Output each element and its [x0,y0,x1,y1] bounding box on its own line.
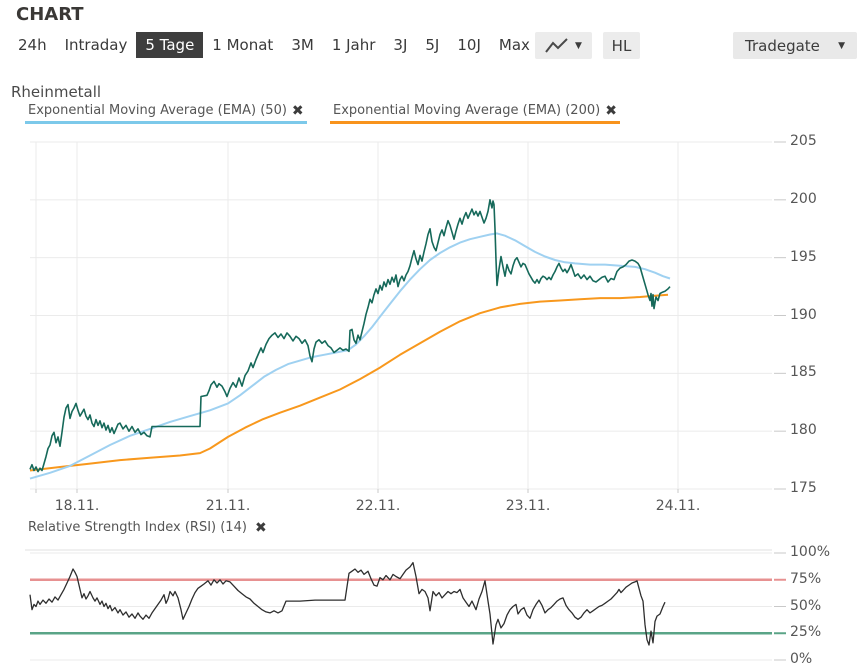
series-ema-50 [30,233,670,478]
y-axis-label: 175 [790,480,850,496]
y-axis-label: 185 [790,364,850,380]
y-axis-label: 200 [790,191,850,207]
y-axis-label: 180 [790,422,850,438]
y-axis-label: 195 [790,249,850,265]
price-chart-canvas[interactable] [30,142,786,493]
x-axis-label: 18.11. [47,498,107,514]
y-axis-label: 50% [790,598,850,614]
y-axis-label: 190 [790,307,850,323]
rsi-chart-canvas[interactable] [25,550,786,660]
x-axis-label: 21.11. [198,498,258,514]
y-axis-label: 205 [790,133,850,149]
y-axis-label: 0% [790,651,850,664]
series-ema-200 [30,295,668,471]
chart-page: CHART 24h Intraday 5 Tage 1 Monat 3M 1 J… [0,0,860,664]
chart-canvas[interactable] [0,0,860,664]
y-axis-label: 100% [790,544,850,560]
y-axis-label: 25% [790,624,850,640]
x-axis-label: 23.11. [498,498,558,514]
x-axis-label: 22.11. [348,498,408,514]
x-axis-label: 24.11. [648,498,708,514]
y-axis-label: 75% [790,571,850,587]
